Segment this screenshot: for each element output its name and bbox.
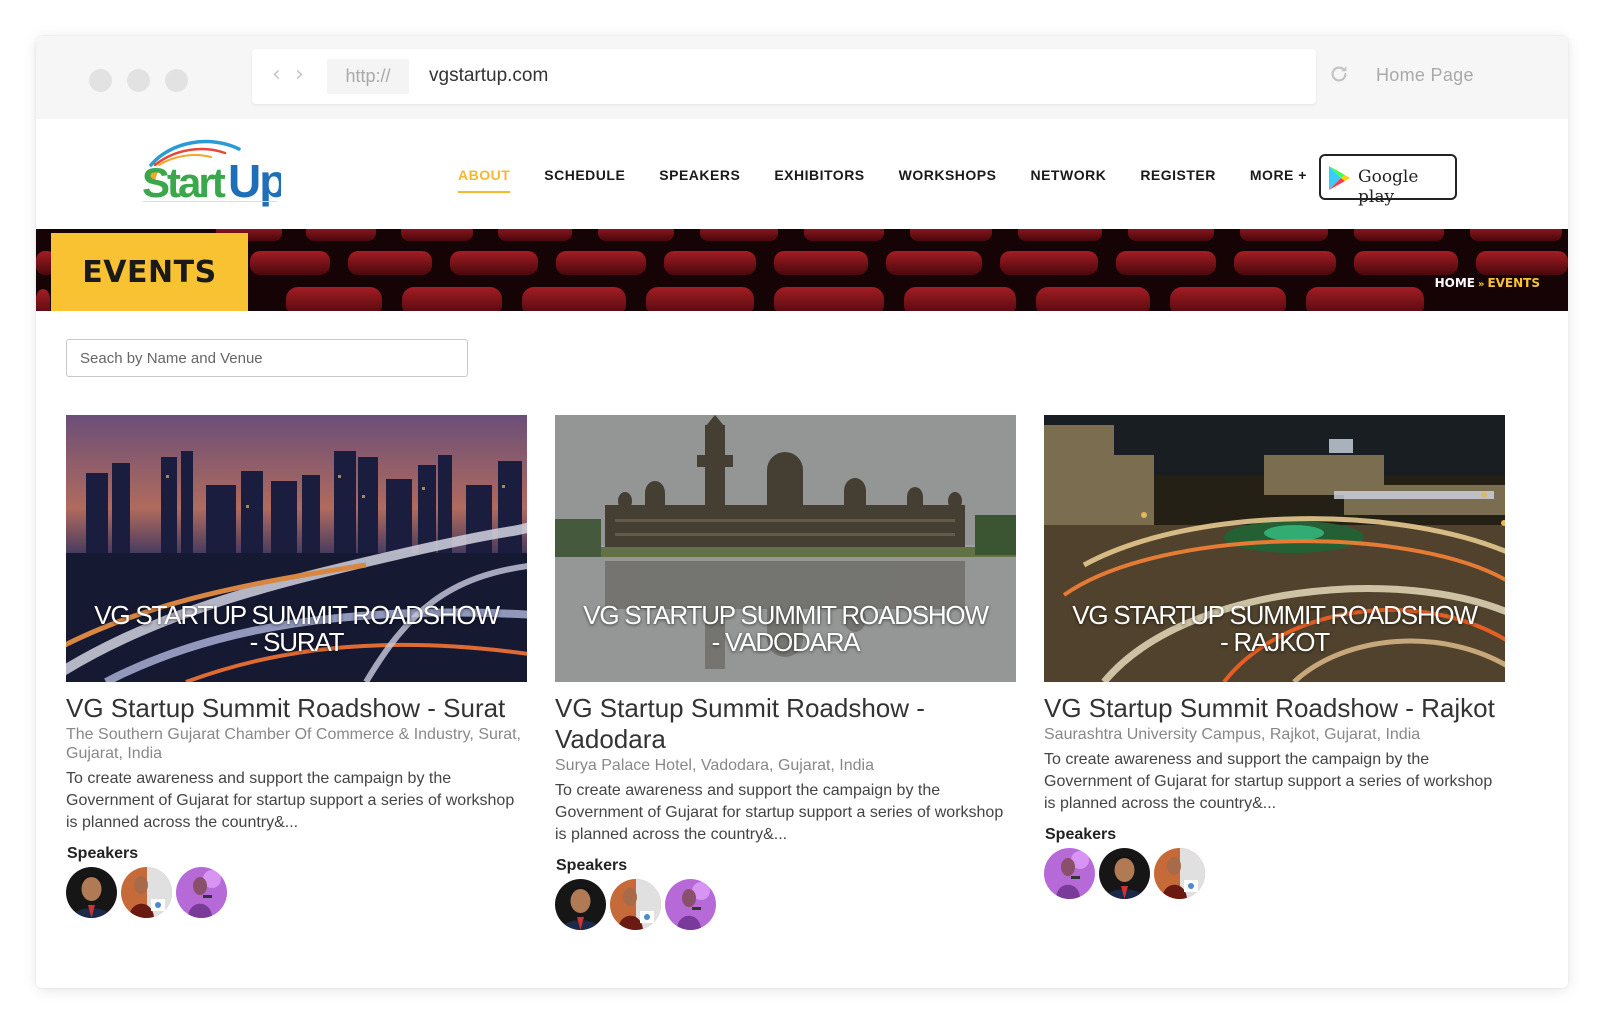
nav-item-speakers[interactable]: SPEAKERS: [659, 167, 740, 183]
address-bar[interactable]: ‹ › http:// vgstartup.com: [252, 49, 1316, 104]
nav-item-exhibitors[interactable]: EXHIBITORS: [774, 167, 864, 183]
startup-logo[interactable]: Start Up: [141, 135, 281, 213]
main-navigation: ABOUT SCHEDULE SPEAKERS EXHIBITORS WORKS…: [458, 167, 1341, 193]
breadcrumb-home[interactable]: HOME: [1435, 276, 1475, 290]
google-play-label: Google play: [1358, 167, 1419, 207]
breadcrumb-current: EVENTS: [1487, 276, 1540, 290]
back-arrow-icon[interactable]: ‹: [272, 63, 281, 87]
speakers-label: Speakers: [67, 845, 139, 862]
event-description: To create awareness and support the camp…: [555, 782, 1004, 843]
forward-arrow-icon[interactable]: ›: [295, 63, 304, 87]
speaker-avatar[interactable]: [555, 879, 606, 930]
browser-window: ‹ › http:// vgstartup.com Home Page Star…: [36, 36, 1568, 988]
speaker-avatar[interactable]: [176, 867, 227, 918]
svg-text:Up: Up: [228, 155, 281, 207]
banner-seats-image: [36, 229, 1568, 311]
event-venue: Surya Palace Hotel, Vadodara, Gujarat, I…: [555, 757, 874, 774]
event-card-surat[interactable]: VG STARTUP SUMMIT ROADSHOW - SURAT VG St…: [66, 415, 527, 918]
browser-toolbar: ‹ › http:// vgstartup.com Home Page: [36, 36, 1568, 119]
nav-item-more[interactable]: MORE +: [1250, 167, 1307, 183]
caption-line-2: - SURAT: [249, 627, 345, 657]
event-title[interactable]: VG Startup Summit Roadshow - Surat: [66, 693, 527, 724]
event-card-vadodara[interactable]: VG STARTUP SUMMIT ROADSHOW - VADODARA VG…: [555, 415, 1016, 930]
event-image-caption: VG STARTUP SUMMIT ROADSHOW - VADODARA: [555, 602, 1016, 656]
banner-title-box: EVENTS: [51, 233, 248, 311]
page-banner: EVENTS HOME» EVENTS: [36, 229, 1568, 311]
google-play-icon: [1329, 166, 1350, 190]
event-image-caption: VG STARTUP SUMMIT ROADSHOW - SURAT: [66, 602, 527, 656]
google-play-button[interactable]: Google play: [1319, 154, 1457, 207]
event-venue: Saurashtra University Campus, Rajkot, Gu…: [1044, 726, 1421, 743]
speaker-avatar[interactable]: [665, 879, 716, 930]
caption-line-1: VG STARTUP SUMMIT ROADSHOW: [1072, 600, 1478, 630]
page-title: EVENTS: [82, 255, 217, 290]
speaker-avatars: [1044, 848, 1505, 899]
event-image[interactable]: VG STARTUP SUMMIT ROADSHOW - RAJKOT: [1044, 415, 1505, 682]
speaker-avatar[interactable]: [610, 879, 661, 930]
speakers-label: Speakers: [1045, 826, 1117, 843]
speaker-avatar[interactable]: [121, 867, 172, 918]
speaker-avatar[interactable]: [1099, 848, 1150, 899]
speaker-avatar[interactable]: [1044, 848, 1095, 899]
speaker-avatars: [66, 867, 527, 918]
nav-item-schedule[interactable]: SCHEDULE: [544, 167, 625, 183]
nav-item-about[interactable]: ABOUT: [458, 167, 511, 193]
event-title[interactable]: VG Startup Summit Roadshow - Vadodara: [555, 693, 1016, 755]
window-minimize-button[interactable]: [127, 69, 150, 92]
url-text[interactable]: vgstartup.com: [429, 65, 548, 87]
nav-item-network[interactable]: NETWORK: [1030, 167, 1106, 183]
speaker-avatar[interactable]: [1154, 848, 1205, 899]
event-description: To create awareness and support the camp…: [66, 770, 515, 831]
speaker-avatar[interactable]: [66, 867, 117, 918]
event-venue: The Southern Gujarat Chamber Of Commerce…: [66, 726, 521, 762]
home-page-link[interactable]: Home Page: [1376, 65, 1474, 86]
speakers-label: Speakers: [556, 857, 628, 874]
search-input[interactable]: [66, 339, 468, 377]
event-image[interactable]: VG STARTUP SUMMIT ROADSHOW - SURAT: [66, 415, 527, 682]
nav-item-register[interactable]: REGISTER: [1140, 167, 1216, 183]
window-maximize-button[interactable]: [165, 69, 188, 92]
caption-line-1: VG STARTUP SUMMIT ROADSHOW: [94, 600, 500, 630]
caption-line-2: - VADODARA: [711, 627, 861, 657]
reload-icon[interactable]: [1328, 63, 1350, 85]
url-protocol: http://: [327, 59, 409, 94]
speaker-avatars: [555, 879, 1016, 930]
event-title[interactable]: VG Startup Summit Roadshow - Rajkot: [1044, 693, 1505, 724]
breadcrumb-separator: »: [1477, 279, 1485, 290]
nav-item-workshops[interactable]: WORKSHOPS: [899, 167, 997, 183]
event-image[interactable]: VG STARTUP SUMMIT ROADSHOW - VADODARA: [555, 415, 1016, 682]
event-image-caption: VG STARTUP SUMMIT ROADSHOW - RAJKOT: [1044, 602, 1505, 656]
event-description: To create awareness and support the camp…: [1044, 751, 1493, 812]
caption-line-1: VG STARTUP SUMMIT ROADSHOW: [583, 600, 989, 630]
breadcrumb: HOME» EVENTS: [1435, 276, 1540, 290]
svg-text:Start: Start: [142, 159, 226, 206]
event-card-rajkot[interactable]: VG STARTUP SUMMIT ROADSHOW - RAJKOT VG S…: [1044, 415, 1505, 899]
caption-line-2: - RAJKOT: [1220, 627, 1330, 657]
window-close-button[interactable]: [89, 69, 112, 92]
site-header: Start Up ABOUT SCHEDULE SPEAKERS EXHIBIT…: [36, 119, 1568, 229]
